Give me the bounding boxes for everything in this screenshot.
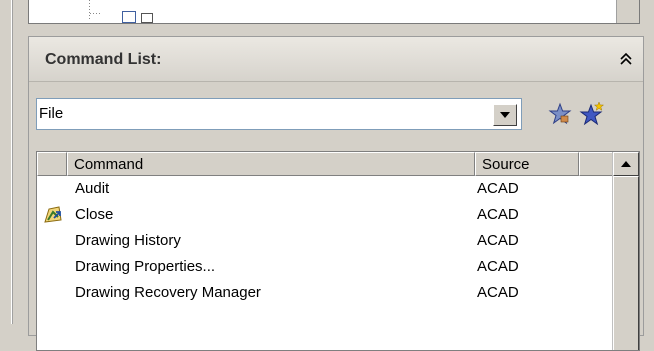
new-command-star-icon[interactable] [579, 101, 605, 127]
filter-star-icon[interactable] [547, 101, 573, 127]
vertical-scrollbar[interactable] [612, 152, 639, 350]
column-header-extra[interactable] [579, 152, 613, 176]
tree-node-icon[interactable] [141, 13, 153, 23]
command-source: ACAD [477, 180, 519, 197]
list-item[interactable]: Drawing Properties... ACAD [37, 254, 613, 280]
command-source: ACAD [477, 206, 519, 223]
command-source: ACAD [477, 258, 519, 275]
command-list-header[interactable]: Command List: [29, 37, 643, 82]
tree-scrollbar[interactable] [616, 0, 639, 23]
command-source: ACAD [477, 284, 519, 301]
tree-node-icon[interactable] [122, 11, 136, 23]
left-frame [0, 0, 22, 324]
scroll-thumb[interactable] [613, 176, 639, 350]
category-dropdown[interactable]: File [36, 98, 522, 130]
tree-line [89, 0, 90, 20]
column-header-source-label: Source [482, 156, 530, 173]
collapse-chevron-icon[interactable] [617, 50, 635, 68]
list-item[interactable]: Drawing History ACAD [37, 228, 613, 254]
command-list-title: Command List: [45, 51, 162, 68]
command-list-panel: Command List: File Command Source Audit … [28, 36, 644, 351]
list-item[interactable]: Audit ACAD [37, 176, 613, 202]
command-name: Close [75, 206, 114, 223]
column-header-source[interactable]: Source [475, 152, 579, 176]
list-item[interactable]: Drawing Recovery Manager ACAD [37, 280, 613, 306]
dropdown-arrow-icon[interactable] [493, 104, 517, 126]
scroll-up-arrow-icon[interactable] [613, 152, 639, 176]
command-rows: Audit ACAD Close ACAD Drawing History AC… [37, 176, 613, 306]
command-name: Drawing Recovery Manager [75, 284, 261, 301]
list-item[interactable]: Close ACAD [37, 202, 613, 228]
command-name: Drawing History [75, 232, 181, 249]
column-header-icon[interactable] [37, 152, 67, 176]
column-header-command[interactable]: Command [67, 152, 475, 176]
command-name: Drawing Properties... [75, 258, 216, 275]
command-list-view[interactable]: Command Source Audit ACAD Close ACAD Dra… [36, 151, 640, 351]
column-header-command-label: Command [74, 156, 144, 173]
close-drawing-icon [44, 206, 62, 223]
tree-branch-line [90, 13, 100, 14]
category-dropdown-value: File [39, 105, 64, 122]
command-name: Audit [75, 180, 110, 197]
command-source: ACAD [477, 232, 519, 249]
tree-panel [28, 0, 640, 24]
